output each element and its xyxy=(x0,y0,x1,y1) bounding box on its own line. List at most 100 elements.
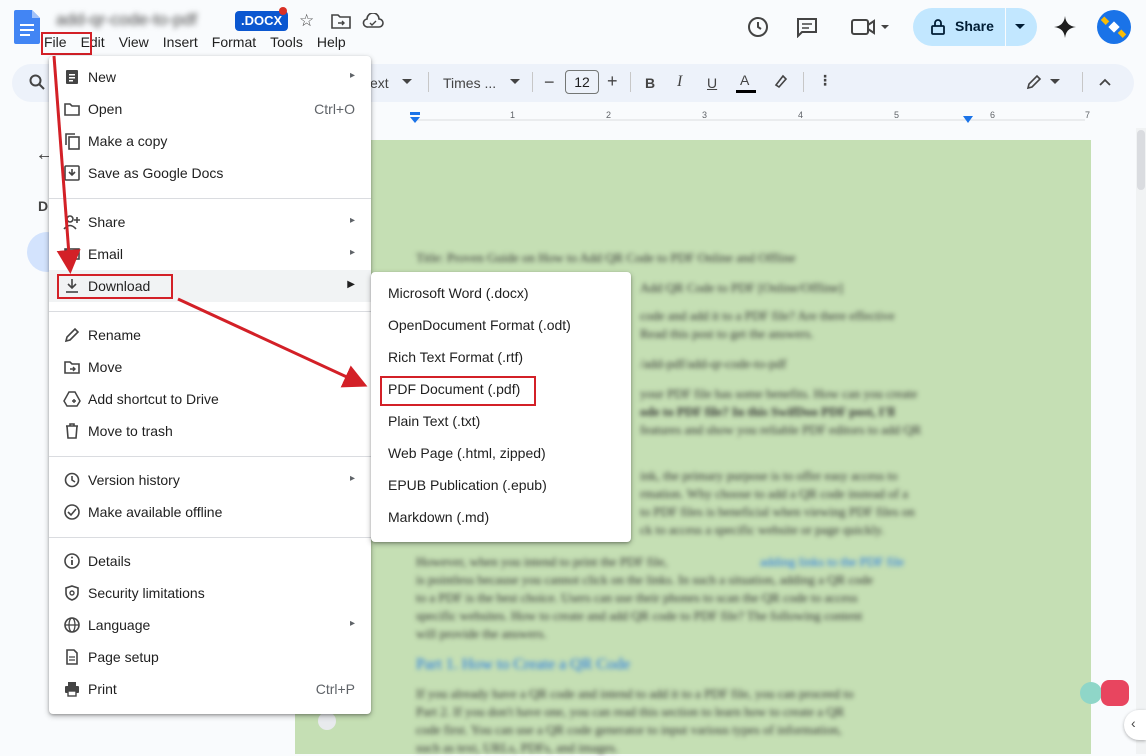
file-menu-item-save-as-docs[interactable]: Save as Google Docs xyxy=(49,157,371,189)
doc-line: Part 2. If you don't have one, you can r… xyxy=(416,704,845,719)
move-folder-icon[interactable] xyxy=(331,13,351,29)
doc-line: If you already have a QR code and intend… xyxy=(416,686,854,701)
toolbar-divider xyxy=(803,72,804,92)
font-size-input[interactable]: 12 xyxy=(565,70,599,94)
doc-line: ck to access a specific website or page … xyxy=(640,522,885,537)
meet-video-icon[interactable] xyxy=(850,17,890,37)
submenu-arrow-icon: ▸ xyxy=(349,473,355,484)
search-menus-icon[interactable] xyxy=(29,74,45,90)
satellite-avatar-icon xyxy=(1100,16,1127,38)
doc-line: ode to PDF file? In this SwifDoo PDF pos… xyxy=(640,404,895,419)
text-color-icon[interactable]: A xyxy=(740,72,749,88)
download-option-epub[interactable]: EPUB Publication (.epub) xyxy=(371,469,631,501)
extension-chat-icon[interactable] xyxy=(1101,680,1129,706)
pdf-highlight-box xyxy=(380,376,536,406)
share-divider xyxy=(1005,8,1006,46)
editing-mode-pencil-icon[interactable] xyxy=(1026,74,1042,90)
toolbar-divider xyxy=(428,72,429,92)
doc-line: However, when you intend to print the PD… xyxy=(416,554,668,569)
file-menu-item-rename[interactable]: Rename xyxy=(49,319,371,351)
menu-insert[interactable]: Insert xyxy=(163,34,198,54)
gemini-sparkle-icon[interactable] xyxy=(1054,16,1076,38)
save-icon xyxy=(64,165,80,181)
file-menu-item-move[interactable]: Move xyxy=(49,351,371,383)
download-option-odt[interactable]: OpenDocument Format (.odt) xyxy=(371,309,631,341)
file-menu-item-print[interactable]: Print Ctrl+P xyxy=(49,673,371,705)
doc-line: will provide the answers. xyxy=(416,626,547,641)
outline-heading: D xyxy=(38,198,49,214)
underline-icon[interactable]: U xyxy=(707,75,717,91)
ruler-label: 6 xyxy=(990,110,996,120)
file-menu-item-email[interactable]: Email ▸ xyxy=(49,238,371,270)
file-menu-item-language[interactable]: Language ▸ xyxy=(49,609,371,641)
collapse-menus-icon[interactable] xyxy=(1099,78,1111,86)
menu-view[interactable]: View xyxy=(119,34,149,54)
scrollbar-thumb[interactable] xyxy=(1137,130,1145,190)
increase-font-size-icon[interactable]: + xyxy=(607,71,618,92)
highlight-pen-icon[interactable] xyxy=(773,73,789,89)
submenu-arrow-icon: ▸ xyxy=(349,247,355,258)
file-menu-item-new[interactable]: New ▸ xyxy=(49,61,371,93)
left-indent-marker-icon[interactable] xyxy=(409,112,421,124)
doc-link[interactable]: adding links to the PDF file xyxy=(760,554,904,570)
document-title[interactable]: add-qr-code-to-pdf xyxy=(56,10,197,30)
download-option-docx[interactable]: Microsoft Word (.docx) xyxy=(371,277,631,309)
comment-icon[interactable] xyxy=(795,16,819,38)
star-icon[interactable]: ☆ xyxy=(299,11,314,31)
bold-icon[interactable]: B xyxy=(645,75,655,91)
italic-icon[interactable]: I xyxy=(677,73,682,91)
decrease-font-size-icon[interactable]: − xyxy=(544,72,555,93)
file-menu-item-share[interactable]: Share ▸ xyxy=(49,206,371,238)
lock-icon xyxy=(931,19,945,35)
shield-icon xyxy=(65,585,79,601)
avatar[interactable] xyxy=(1097,10,1131,44)
file-menu-item-trash[interactable]: Move to trash xyxy=(49,415,371,447)
download-option-rtf[interactable]: Rich Text Format (.rtf) xyxy=(371,341,631,373)
cloud-saved-icon[interactable] xyxy=(362,13,384,29)
fingerprint-icon[interactable] xyxy=(318,712,336,730)
doc-line: Read this post to get the answers. xyxy=(640,326,814,341)
assistant-bubble-icon[interactable] xyxy=(1080,682,1102,704)
file-menu-item-make-copy[interactable]: Make a copy xyxy=(49,125,371,157)
download-option-html[interactable]: Web Page (.html, zipped) xyxy=(371,437,631,469)
copy-icon xyxy=(65,133,80,150)
file-menu-item-page-setup[interactable]: Page setup xyxy=(49,641,371,673)
right-indent-marker-icon[interactable] xyxy=(962,116,974,124)
toolbar-divider xyxy=(532,72,533,92)
file-menu-item-details[interactable]: Details xyxy=(49,545,371,577)
font-family-select[interactable]: Times ... xyxy=(443,75,496,91)
font-dropdown-icon[interactable] xyxy=(510,79,520,85)
menu-divider xyxy=(49,456,371,457)
file-menu-item-offline[interactable]: Make available offline xyxy=(49,496,371,528)
toolbar-divider xyxy=(1082,72,1083,92)
side-panel-toggle[interactable]: ‹ xyxy=(1124,710,1146,740)
history-icon[interactable] xyxy=(746,15,770,39)
share-dropdown-icon[interactable] xyxy=(1014,23,1026,31)
menu-tools[interactable]: Tools xyxy=(270,34,303,54)
file-menu-item-security[interactable]: Security limitations xyxy=(49,577,371,609)
doc-line: specific websites. How to create and add… xyxy=(416,608,863,623)
download-option-txt[interactable]: Plain Text (.txt) xyxy=(371,405,631,437)
move-folder-icon xyxy=(64,361,80,374)
style-dropdown-icon[interactable] xyxy=(402,79,412,85)
more-options-icon[interactable]: ⋮ xyxy=(818,72,832,89)
editing-mode-dropdown-icon[interactable] xyxy=(1050,79,1060,85)
globe-icon xyxy=(64,617,80,633)
menu-format[interactable]: Format xyxy=(212,34,256,54)
doc-line: Title: Proven Guide on How to Add QR Cod… xyxy=(416,250,796,265)
doc-line: ink, the primary purpose is to offer eas… xyxy=(640,468,898,483)
download-option-markdown[interactable]: Markdown (.md) xyxy=(371,501,631,533)
file-menu-item-open[interactable]: Open Ctrl+O xyxy=(49,93,371,125)
doc-line: to PDF files is beneficial when viewing … xyxy=(640,504,915,519)
ruler-label: 2 xyxy=(606,110,612,120)
info-icon xyxy=(64,553,80,569)
file-menu-item-version-history[interactable]: Version history ▸ xyxy=(49,464,371,496)
drive-shortcut-icon xyxy=(63,391,81,407)
trash-icon xyxy=(66,423,78,439)
history-icon xyxy=(64,472,80,488)
file-menu-item-add-shortcut[interactable]: Add shortcut to Drive xyxy=(49,383,371,415)
vertical-scrollbar[interactable] xyxy=(1136,128,1146,754)
paragraph-style-select[interactable]: ext xyxy=(370,75,389,91)
menu-help[interactable]: Help xyxy=(317,34,346,54)
docs-logo-icon[interactable] xyxy=(14,10,40,44)
